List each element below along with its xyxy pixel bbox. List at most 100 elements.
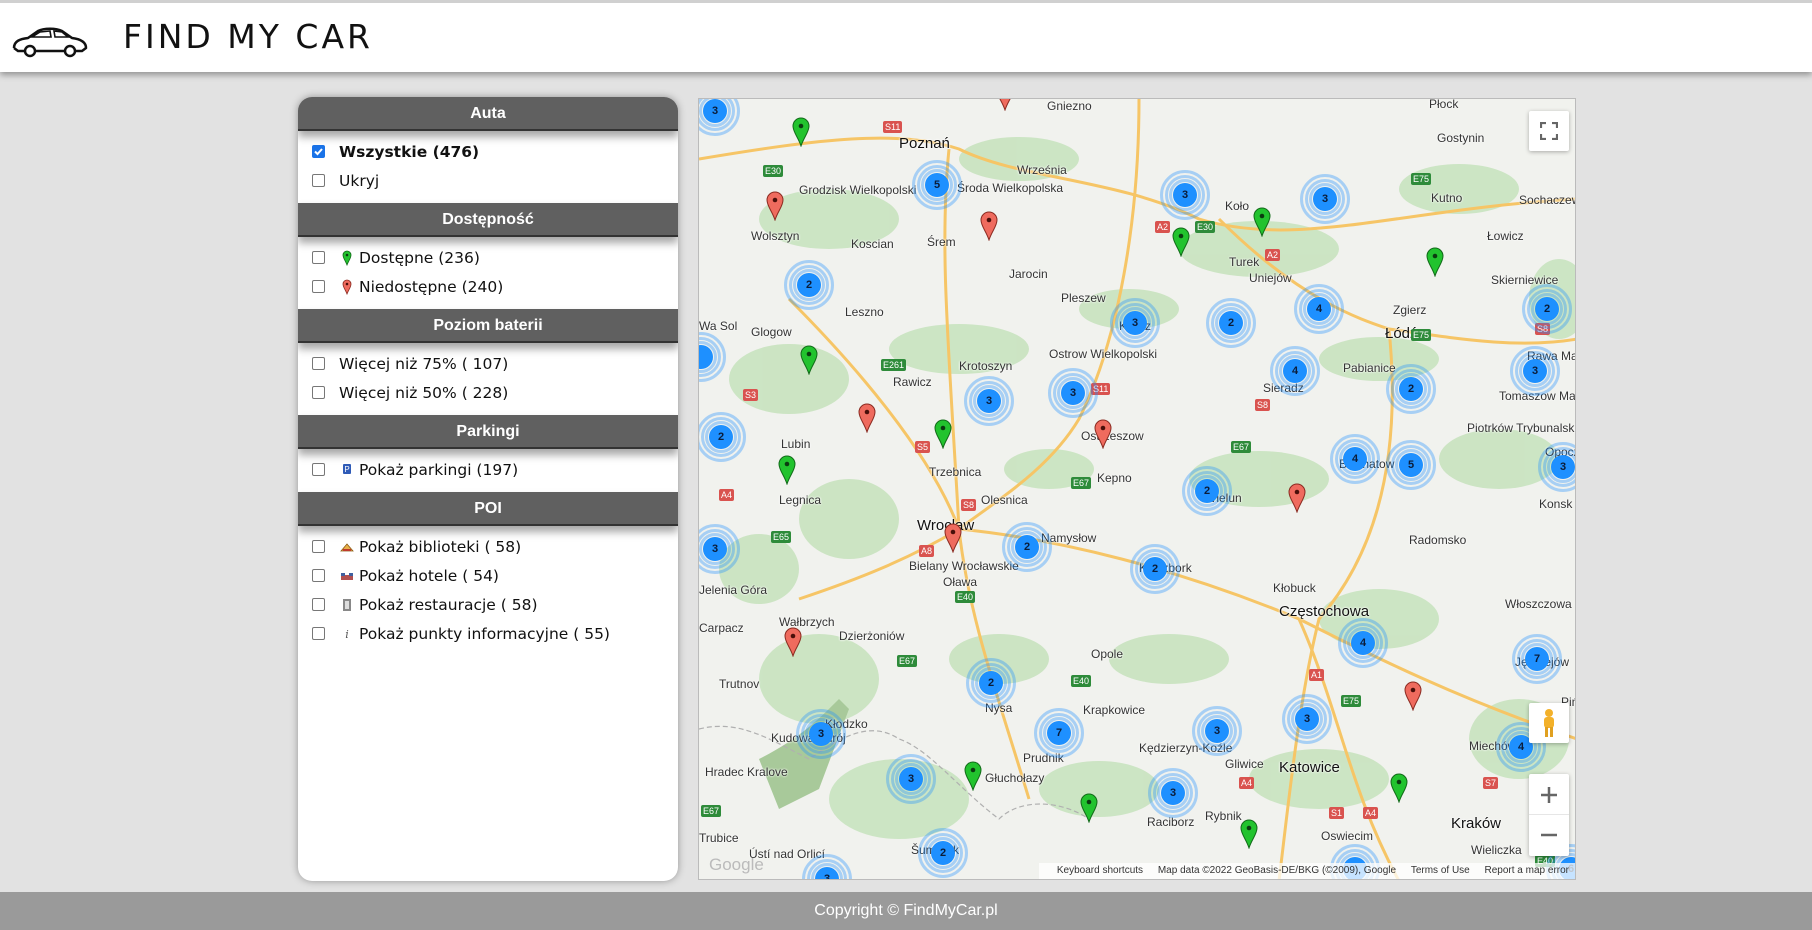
terms-link[interactable]: Terms of Use	[1411, 865, 1470, 876]
filter-hide-cars[interactable]: Ukryj	[298, 166, 678, 195]
filter-restaurants[interactable]: Pokaż restauracje ( 58)	[298, 590, 678, 619]
car-cluster-marker[interactable]: 3	[1538, 442, 1575, 492]
available-car-pin[interactable]	[934, 419, 952, 450]
filter-all-cars[interactable]: Wszystkie (476)	[298, 137, 678, 166]
available-car-pin[interactable]	[1253, 207, 1271, 238]
city-label: Katowice	[1279, 759, 1340, 776]
street-view-pegman[interactable]	[1529, 703, 1569, 743]
plus-icon	[1541, 786, 1557, 803]
car-cluster-marker[interactable]: 3	[1048, 368, 1098, 418]
filter-unavailable[interactable]: Niedostępne (240)	[298, 272, 678, 301]
keyboard-shortcuts-link[interactable]: Keyboard shortcuts	[1057, 865, 1143, 876]
filter-battery-50[interactable]: Więcej niż 50% ( 228)	[298, 378, 678, 407]
filter-libraries[interactable]: Pokaż biblioteki ( 58)	[298, 532, 678, 561]
car-cluster-marker[interactable]: 2	[699, 412, 746, 462]
filter-battery-75[interactable]: Więcej niż 75% ( 107)	[298, 349, 678, 378]
car-cluster-marker[interactable]: 2	[1002, 522, 1052, 572]
car-cluster-marker[interactable]: 5	[1386, 440, 1436, 490]
available-car-pin[interactable]	[1080, 793, 1098, 824]
car-cluster-marker[interactable]: 2	[1182, 466, 1232, 516]
zoom-in-button[interactable]	[1529, 775, 1569, 815]
car-cluster-marker[interactable]: 3	[699, 524, 740, 574]
unavailable-car-pin[interactable]	[1094, 419, 1112, 450]
car-logo-icon[interactable]	[10, 21, 90, 61]
car-cluster-marker[interactable]	[699, 332, 726, 382]
unavailable-car-pin[interactable]	[1404, 681, 1422, 712]
app-header: FIND MY CAR	[0, 0, 1812, 72]
report-error-link[interactable]: Report a map error	[1485, 865, 1569, 876]
unavailable-car-pin[interactable]	[784, 627, 802, 658]
zoom-out-button[interactable]	[1529, 815, 1569, 855]
car-cluster-marker[interactable]: 7	[1034, 708, 1084, 758]
road-badge-e67d: E67	[701, 805, 722, 817]
hotel-icon	[339, 567, 355, 585]
filter-info-points[interactable]: i Pokaż punkty informacyjne ( 55)	[298, 619, 678, 648]
unavailable-car-pin[interactable]	[996, 99, 1014, 112]
available-car-pin[interactable]	[800, 345, 818, 376]
car-cluster-marker[interactable]: 4	[1294, 284, 1344, 334]
car-cluster-marker[interactable]: 4	[1270, 346, 1320, 396]
car-cluster-marker[interactable]: 2	[1130, 544, 1180, 594]
car-cluster-marker[interactable]: 2	[1522, 284, 1572, 334]
map-view[interactable]: Gniezno Płock Poznań Gostynin Września Grodzi…	[698, 98, 1576, 880]
car-cluster-marker[interactable]: 3	[1300, 174, 1350, 224]
car-cluster-marker[interactable]: 2	[918, 828, 968, 878]
filter-parking[interactable]: P Pokaż parkingi (197)	[298, 455, 678, 484]
available-car-pin[interactable]	[792, 117, 810, 148]
city-label: Lubin	[781, 437, 811, 451]
car-cluster-marker[interactable]: 3	[886, 754, 936, 804]
car-cluster-marker[interactable]: 3	[1282, 694, 1332, 744]
fullscreen-button[interactable]	[1529, 111, 1569, 151]
cluster-count: 3	[703, 99, 727, 123]
section-header-auta: Auta	[298, 97, 678, 131]
unavailable-car-pin[interactable]	[980, 211, 998, 242]
car-cluster-marker[interactable]: 3	[964, 376, 1014, 426]
checkbox-hotels[interactable]	[312, 569, 325, 582]
car-cluster-marker[interactable]: 3	[1110, 298, 1160, 348]
svg-text:P: P	[344, 465, 349, 474]
cluster-count: 2	[709, 425, 733, 449]
minus-icon	[1541, 833, 1557, 837]
road-badge-e67c: E67	[897, 655, 918, 667]
car-cluster-marker[interactable]: 3	[1160, 170, 1210, 220]
checkbox-info-points[interactable]	[312, 627, 325, 640]
filter-sidebar: Auta Wszystkie (476) Ukryj Dostępność Do…	[298, 97, 678, 881]
available-car-pin[interactable]	[778, 455, 796, 486]
car-cluster-marker[interactable]: 2	[1206, 298, 1256, 348]
checkbox-all-cars[interactable]	[312, 145, 325, 158]
filter-available[interactable]: Dostępne (236)	[298, 243, 678, 272]
car-cluster-marker[interactable]: 3	[699, 99, 740, 136]
unavailable-car-pin[interactable]	[858, 403, 876, 434]
checkbox-restaurants[interactable]	[312, 598, 325, 611]
google-watermark: Google	[709, 855, 764, 874]
checkbox-available[interactable]	[312, 251, 325, 264]
available-car-pin[interactable]	[1172, 227, 1190, 258]
car-cluster-marker[interactable]: 3	[1148, 768, 1198, 818]
filter-hotels[interactable]: Pokaż hotele ( 54)	[298, 561, 678, 590]
checkbox-libraries[interactable]	[312, 540, 325, 553]
checkbox-parking[interactable]	[312, 463, 325, 476]
checkbox-hide-cars[interactable]	[312, 174, 325, 187]
unavailable-car-pin[interactable]	[1288, 483, 1306, 514]
car-cluster-marker[interactable]: 5	[912, 160, 962, 210]
city-label: Śrem	[927, 235, 956, 249]
car-cluster-marker[interactable]: 7	[1512, 634, 1562, 684]
available-car-pin[interactable]	[1240, 819, 1258, 850]
checkbox-battery-75[interactable]	[312, 357, 325, 370]
available-car-pin[interactable]	[964, 761, 982, 792]
car-cluster-marker[interactable]: 3	[1510, 346, 1560, 396]
car-cluster-marker[interactable]: 2	[966, 658, 1016, 708]
checkbox-battery-50[interactable]	[312, 386, 325, 399]
car-cluster-marker[interactable]: 2	[784, 260, 834, 310]
checkbox-unavailable[interactable]	[312, 280, 325, 293]
car-cluster-marker[interactable]: 3	[802, 854, 852, 879]
car-cluster-marker[interactable]: 2	[1386, 364, 1436, 414]
car-cluster-marker[interactable]: 4	[1338, 618, 1388, 668]
car-cluster-marker[interactable]: 3	[1192, 706, 1242, 756]
available-car-pin[interactable]	[1426, 247, 1444, 278]
unavailable-car-pin[interactable]	[766, 191, 784, 222]
unavailable-car-pin[interactable]	[944, 523, 962, 554]
available-car-pin[interactable]	[1390, 773, 1408, 804]
car-cluster-marker[interactable]: 4	[1330, 434, 1380, 484]
car-cluster-marker[interactable]: 3	[796, 709, 846, 759]
